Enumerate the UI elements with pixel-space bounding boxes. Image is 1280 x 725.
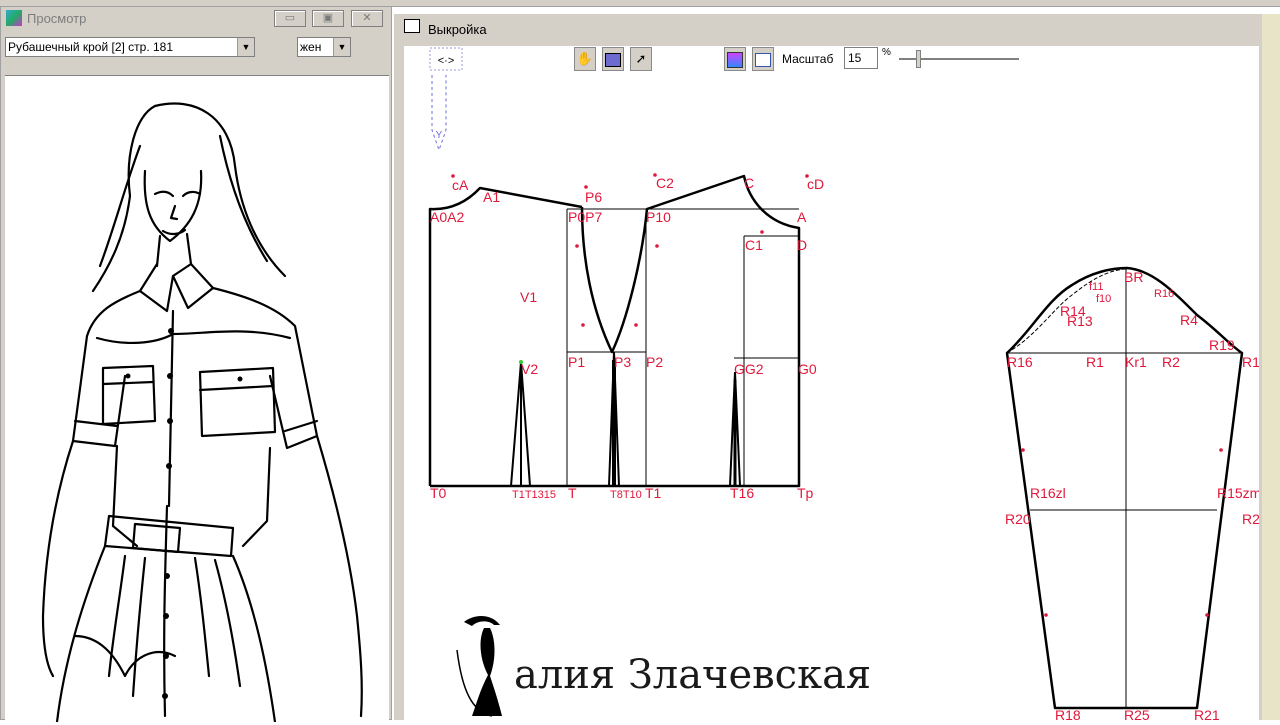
- svg-text:R18: R18: [1055, 707, 1081, 720]
- fit-page-icon: [755, 52, 771, 67]
- svg-text:T8T10: T8T10: [610, 489, 642, 501]
- svg-text:R16zl: R16zl: [1030, 485, 1066, 501]
- svg-text:cD: cD: [807, 176, 824, 192]
- cursor-icon: ➚: [635, 51, 647, 66]
- svg-text:V2: V2: [521, 361, 538, 377]
- svg-text:Y: Y: [436, 130, 443, 141]
- gender-select-value: жен: [300, 40, 322, 54]
- hand-tool-button[interactable]: ✋: [574, 47, 596, 71]
- maximize-button[interactable]: ▣: [312, 10, 344, 27]
- svg-text:T16: T16: [730, 485, 754, 501]
- pointer-tool-button[interactable]: ➚: [630, 47, 652, 71]
- svg-text:C2: C2: [656, 175, 674, 191]
- svg-text:Tp: Tp: [797, 485, 814, 501]
- svg-text:R2: R2: [1162, 354, 1180, 370]
- svg-text:P2: P2: [646, 354, 663, 370]
- svg-text:BR: BR: [1124, 269, 1143, 285]
- select-area-button[interactable]: [602, 47, 624, 71]
- svg-text:cA: cA: [452, 177, 469, 193]
- pattern-window: Выкройка <·> Y cA A1 P6 C2 C cD A0A2 P0P…: [392, 14, 1280, 720]
- chevron-down-icon[interactable]: ▼: [237, 38, 254, 56]
- svg-text:P10: P10: [646, 209, 671, 225]
- svg-text:P3: P3: [614, 354, 631, 370]
- svg-text:f10: f10: [1096, 293, 1111, 305]
- svg-text:R19: R19: [1209, 337, 1235, 353]
- svg-text:GG2: GG2: [734, 361, 764, 377]
- svg-text:R16: R16: [1007, 354, 1033, 370]
- pattern-window-icon: [404, 19, 420, 33]
- svg-text:R22: R22: [1242, 511, 1259, 527]
- svg-text:T0: T0: [430, 485, 447, 501]
- hand-icon: ✋: [576, 51, 594, 66]
- svg-text:R15zm: R15zm: [1217, 485, 1259, 501]
- sleeve-point-labels: BR f11 f10 R16 R14 R13 R4 R19 R16 R1 Kr1…: [1005, 269, 1259, 720]
- right-scrollbar[interactable]: [1262, 14, 1280, 720]
- svg-text:R25: R25: [1124, 707, 1150, 720]
- svg-text:T1: T1: [645, 485, 662, 501]
- minimize-button[interactable]: ▭: [274, 10, 306, 27]
- watermark-text: алия Злачевская: [514, 652, 871, 698]
- svg-text:R13: R13: [1067, 313, 1093, 329]
- bodice-guides: [566, 208, 799, 486]
- svg-text:A1: A1: [483, 189, 500, 205]
- model-select-value: Рубашечный крой [2] стр. 181: [8, 40, 174, 54]
- model-illustration: [41, 102, 363, 724]
- preview-title: Просмотр: [27, 11, 87, 26]
- svg-text:C1: C1: [745, 237, 763, 253]
- svg-text:D: D: [797, 237, 807, 253]
- scale-input[interactable]: 15: [844, 47, 878, 69]
- percent-label: %: [882, 47, 891, 58]
- top-edge: [0, 0, 1280, 7]
- svg-text:f11: f11: [1089, 281, 1103, 293]
- pattern-title: Выкройка: [428, 22, 487, 37]
- svg-text:P6: P6: [585, 189, 602, 205]
- pattern-canvas: <·> Y cA A1 P6 C2 C cD A0A2 P0P7 P10 A C…: [404, 46, 1259, 720]
- sleeve-points: [1021, 448, 1223, 617]
- svg-text:R16: R16: [1154, 288, 1174, 300]
- preview-titlebar[interactable]: Просмотр ▭ ▣ ✕: [1, 7, 391, 29]
- svg-text:G0: G0: [798, 361, 817, 377]
- svg-text:R20: R20: [1005, 511, 1031, 527]
- svg-text:V1: V1: [520, 289, 537, 305]
- pattern-titlebar[interactable]: Выкройка: [394, 14, 1280, 37]
- scale-label: Масштаб: [782, 52, 834, 66]
- bodice-point-labels: cA A1 P6 C2 C cD A0A2 P0P7 P10 A C1 D V1…: [430, 175, 824, 501]
- scale-slider-thumb[interactable]: [916, 50, 921, 68]
- svg-text:A0A2: A0A2: [430, 209, 464, 225]
- svg-text:C: C: [744, 175, 754, 191]
- close-button[interactable]: ✕: [351, 10, 383, 27]
- chevron-down-icon[interactable]: ▼: [333, 38, 350, 56]
- bodice-darts: [510, 351, 741, 487]
- svg-text:Kr1: Kr1: [1125, 354, 1147, 370]
- svg-text:R15: R15: [1242, 354, 1259, 370]
- svg-text:P1: P1: [568, 354, 585, 370]
- svg-text:T1T1315: T1T1315: [512, 489, 556, 501]
- gender-select[interactable]: жен ▼: [297, 37, 351, 57]
- print-preview-button[interactable]: [724, 47, 746, 71]
- app-icon: [6, 10, 22, 26]
- svg-text:R21: R21: [1194, 707, 1220, 720]
- fit-page-button[interactable]: [752, 47, 774, 71]
- pattern-drawing: <·> Y cA A1 P6 C2 C cD A0A2 P0P7 P10 A C…: [428, 47, 1259, 720]
- preview-window: Просмотр ▭ ▣ ✕ Рубашечный крой [2] стр. …: [0, 6, 392, 724]
- preview-canvas: [5, 75, 389, 724]
- svg-text:A: A: [797, 209, 807, 225]
- svg-text:T: T: [568, 485, 577, 501]
- svg-text:P0P7: P0P7: [568, 209, 602, 225]
- select-area-icon: [605, 52, 621, 67]
- model-select[interactable]: Рубашечный крой [2] стр. 181 ▼: [5, 37, 255, 57]
- swap-label: <·>: [438, 55, 455, 67]
- watermark-logo: [456, 616, 502, 717]
- svg-text:R4: R4: [1180, 312, 1198, 328]
- print-icon: [727, 51, 743, 68]
- svg-text:R1: R1: [1086, 354, 1104, 370]
